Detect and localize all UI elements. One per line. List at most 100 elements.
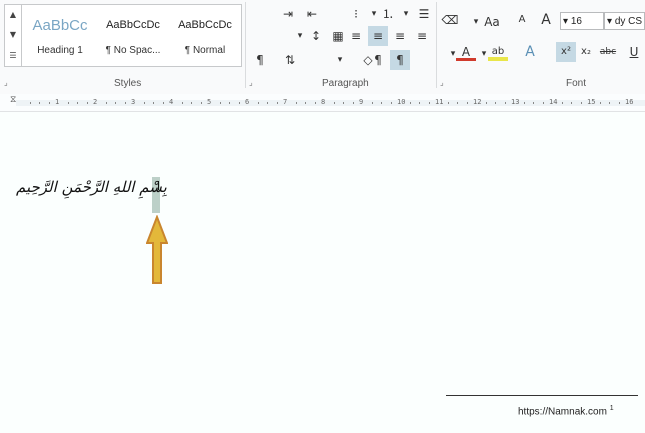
text-effects-button[interactable]: A	[520, 42, 540, 62]
ruler-tick	[371, 102, 373, 104]
show-formatting-marks-icon[interactable]: ¶	[250, 50, 270, 70]
ruler-number: 7	[283, 98, 288, 106]
ruler-tick	[267, 102, 268, 104]
numbering-dropdown-icon[interactable]: ▾	[396, 4, 416, 24]
font-name-combo[interactable]: ▾ dy CS	[604, 12, 645, 30]
ruler-number: 2	[93, 98, 98, 106]
shading-dropdown-icon[interactable]: ▾	[330, 50, 350, 70]
ruler-tick	[295, 102, 297, 104]
ruler-tick	[48, 102, 50, 104]
styles-group-label: Styles	[114, 78, 142, 89]
change-case-button[interactable]: Aa	[480, 12, 504, 32]
style-no-spacing[interactable]: AaBbCcDc ¶ No Spac...	[97, 5, 169, 66]
ruler-number: 4	[169, 98, 174, 106]
ruler-tick	[29, 102, 31, 104]
horizontal-ruler[interactable]: ⧖ 1 2 3 4 5 6 7 8 9 10 11 12 13 14 15 16	[0, 94, 645, 112]
ruler-tick	[485, 102, 487, 104]
style-normal-sample: AaBbCcDc	[178, 19, 232, 31]
ruler-tick	[504, 102, 506, 104]
shrink-font-button[interactable]: A	[512, 10, 532, 30]
borders-icon[interactable]: ▦	[328, 26, 348, 46]
subscript-button[interactable]: x₂	[576, 42, 596, 62]
document-page[interactable]: بِسْمِ اللهِ الرَّحْمَنِ الرَّحِيم https…	[0, 112, 645, 433]
ruler-tick	[571, 102, 572, 104]
ruler-tick	[333, 102, 335, 104]
ruler-number: 16	[625, 98, 634, 106]
ruler-number: 13	[511, 98, 520, 106]
ruler-tick	[191, 102, 192, 104]
ltr-direction-icon[interactable]: ¶	[368, 50, 388, 70]
ruler-tick	[447, 102, 449, 104]
ruler-tick	[153, 102, 154, 104]
ruler-tick	[200, 102, 202, 104]
indent-marker-icon[interactable]: ⧖	[10, 95, 16, 105]
strikethrough-button[interactable]: abc	[598, 42, 618, 62]
style-normal[interactable]: AaBbCcDc ¶ Normal	[169, 5, 241, 66]
ruler-tick	[143, 102, 145, 104]
ruler-tick	[229, 102, 230, 104]
numbering-icon[interactable]: ⒈	[378, 4, 398, 24]
ruler-number: 12	[473, 98, 482, 106]
ruler-tick	[381, 102, 382, 104]
document-text[interactable]: بِسْمِ اللهِ الرَّحْمَنِ الرَّحِيم	[16, 178, 167, 196]
bullets-icon[interactable]: ☰	[414, 4, 434, 24]
group-separator	[245, 2, 246, 88]
ruler-tick	[77, 102, 78, 104]
gallery-scroll-up-icon[interactable]: ▲	[5, 5, 21, 25]
ruler-tick	[618, 102, 620, 104]
ruler-number: 10	[397, 98, 406, 106]
center-icon[interactable]: ≡	[390, 26, 410, 46]
font-color-button[interactable]: A	[456, 42, 476, 61]
line-spacing-icon[interactable]: ↕	[306, 26, 326, 46]
ruler-tick	[609, 102, 610, 104]
sort-icon[interactable]: ⇅	[280, 50, 300, 70]
footnote[interactable]: https://Namnak.com 1	[518, 405, 614, 417]
style-heading-1[interactable]: AaBbCc Heading 1	[23, 5, 97, 66]
styles-gallery[interactable]: ▲ ▼ ☰ AaBbCcDc ¶ Normal AaBbCcDc ¶ No Sp…	[4, 4, 242, 67]
ruler-tick	[390, 102, 392, 104]
style-no-spacing-name: ¶ No Spac...	[105, 45, 161, 56]
paragraph-launcher-icon[interactable]: ⌟	[249, 79, 257, 87]
ruler-tick	[238, 102, 240, 104]
ruler-tick	[86, 102, 88, 104]
text-cursor	[158, 181, 159, 190]
ruler-tick	[599, 102, 601, 104]
ruler-tick	[39, 102, 40, 104]
ruler-tick	[419, 102, 420, 104]
justify-icon[interactable]: ≡	[346, 26, 366, 46]
style-no-spacing-sample: AaBbCcDc	[106, 19, 160, 31]
style-heading-1-sample: AaBbCc	[32, 17, 88, 34]
rtl-direction-icon[interactable]: ¶	[390, 50, 410, 70]
ruler-tick	[495, 102, 496, 104]
styles-launcher-icon[interactable]: ⌟	[4, 79, 12, 87]
footnote-mark: 1	[609, 405, 614, 412]
ruler-number: 14	[549, 98, 558, 106]
ruler-tick	[343, 102, 344, 104]
ruler-tick	[523, 102, 525, 104]
multilevel-list-icon[interactable]: ⁝	[346, 4, 366, 24]
style-normal-name: ¶ Normal	[184, 45, 226, 56]
gallery-scroll-down-icon[interactable]: ▼	[5, 25, 21, 45]
decrease-indent-icon[interactable]: ⇤	[302, 4, 322, 24]
underline-button[interactable]: U	[624, 42, 644, 62]
align-right-icon[interactable]: ≡	[368, 26, 388, 46]
font-size-combo[interactable]: ▾ 16	[560, 12, 604, 30]
gallery-more-icon[interactable]: ☰	[5, 46, 21, 66]
font-name-value: dy CS	[614, 16, 643, 27]
superscript-button[interactable]: x²	[556, 42, 576, 62]
ruler-tick	[67, 102, 69, 104]
ruler-number: 3	[131, 98, 136, 106]
increase-indent-icon[interactable]: ⇥	[278, 4, 298, 24]
font-launcher-icon[interactable]: ⌟	[440, 79, 448, 87]
clear-formatting-icon[interactable]: ⌫	[440, 10, 460, 30]
ruler-number: 5	[207, 98, 212, 106]
paragraph-group-label: Paragraph	[322, 78, 369, 89]
ruler-tick	[542, 102, 544, 104]
ruler-tick	[580, 102, 582, 104]
ruler-number: 6	[245, 98, 250, 106]
highlight-button[interactable]: ab	[488, 42, 508, 61]
align-left-icon[interactable]: ≡	[412, 26, 432, 46]
grow-font-button[interactable]: A	[536, 10, 556, 30]
ruler-tick	[561, 102, 563, 104]
ruler-number: 15	[587, 98, 596, 106]
